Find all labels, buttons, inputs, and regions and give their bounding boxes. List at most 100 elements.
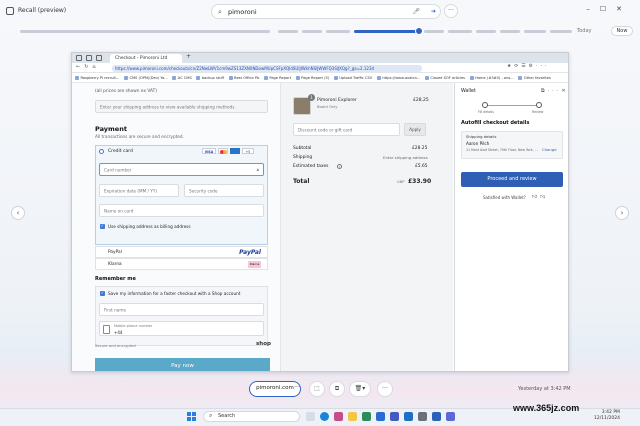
address-bar[interactable]: https://www.pimoroni.com/checkouts/cn/Z2… <box>112 65 422 72</box>
previous-snapshot-button[interactable]: ‹ <box>11 206 25 220</box>
search-input[interactable]: pimoroni <box>228 8 257 16</box>
browser-profile-icon[interactable] <box>76 55 82 61</box>
settings-icon[interactable] <box>418 412 427 421</box>
bottom-more-options-button[interactable]: ··· <box>377 381 393 397</box>
window-controls[interactable]: –☐✕ <box>586 5 632 13</box>
bookmark[interactable]: Best Office PA <box>229 74 259 82</box>
feedback-thumbs-icons[interactable]: 👍︎👎︎ <box>532 194 548 200</box>
bookmark[interactable]: Raspberry Pi recruit... <box>75 74 120 82</box>
edge-icon[interactable] <box>320 412 329 421</box>
credit-card-radio[interactable] <box>99 149 104 154</box>
timeline-handle[interactable] <box>415 27 423 35</box>
bookmark[interactable]: Closed SOF articles <box>425 74 465 82</box>
snapshot-preview[interactable]: Checkout - Pimoroni Ltd + ←↻⌂ https://ww… <box>71 52 569 372</box>
mastercard-icon <box>218 148 228 154</box>
bookmark[interactable]: https://www.avalon... <box>377 74 420 82</box>
timeline-segment <box>424 30 444 33</box>
copy-icon[interactable]: ⧉ <box>329 381 345 397</box>
card-number-field[interactable]: Card number 🔒︎ <box>99 163 264 176</box>
klarna-logo: Klarna <box>248 261 261 268</box>
delete-icon[interactable]: 🗑︎▾ <box>349 381 371 397</box>
bookmark[interactable]: Upload Traffic CSV <box>334 74 372 82</box>
timeline-slider[interactable] <box>20 26 580 36</box>
microphone-icon[interactable]: 🎤︎ <box>412 8 420 15</box>
billing-same-checkbox[interactable] <box>100 223 105 229</box>
system-tray-clock[interactable]: 3:42 PM 12/11/2024 <box>594 410 620 422</box>
wallet-panel: Wallet ⧉···✕ Fill details Review Autofil… <box>454 83 568 371</box>
shop-logo: shop <box>256 341 271 347</box>
bookmark[interactable]: Page Report (5) <box>296 74 329 82</box>
shipping-address: 11 Mont Aloé Street, 70th Floor, New Yor… <box>466 148 538 152</box>
taskbar-search-box[interactable]: ⌕ Search <box>203 411 300 422</box>
shipping-details-label: Shipping details <box>466 134 497 139</box>
bookmark[interactable]: backup stuff <box>196 74 224 82</box>
klarna-option[interactable]: Klarna Klarna <box>95 258 268 270</box>
teams-icon[interactable] <box>390 412 399 421</box>
workspaces-icon[interactable] <box>96 55 102 61</box>
estimated-taxes-value: £5.65 <box>415 164 428 169</box>
proceed-and-review-button[interactable]: Proceed and review <box>461 172 563 187</box>
bookmark[interactable]: Page Report <box>264 74 291 82</box>
credit-card-label[interactable]: Credit card <box>108 149 133 154</box>
billing-same-label[interactable]: Use shipping address as billing address <box>108 224 191 229</box>
wallet-step-1-dot <box>482 102 488 108</box>
next-snapshot-button[interactable]: › <box>615 206 629 220</box>
word-icon[interactable] <box>432 412 441 421</box>
timeline-now-button[interactable]: Now <box>611 26 633 36</box>
copilot-icon[interactable] <box>306 412 315 421</box>
mobile-prefix: +44 <box>114 330 123 335</box>
bookmark-other-favorites[interactable]: Other favorites <box>518 74 551 82</box>
browser-toolbar-icons[interactable]: ★⟳☰⚙··· <box>507 64 550 69</box>
outlook-icon[interactable] <box>404 412 413 421</box>
browser-tab-bar: Checkout - Pimoroni Ltd + <box>72 53 568 63</box>
more-options-button[interactable]: ··· <box>444 4 458 18</box>
bookmark[interactable]: CMS (OPM)(Dev) Yo... <box>124 74 167 82</box>
wallet-progress-line <box>485 105 539 106</box>
app-icon[interactable] <box>362 412 371 421</box>
security-code-field[interactable]: Security code <box>184 184 264 197</box>
expiry-field[interactable]: Expiration date (MM / YY) <box>99 184 179 197</box>
pay-now-button[interactable]: Pay now <box>95 358 270 371</box>
item-qty-badge: 1 <box>308 94 315 101</box>
browser-nav-buttons[interactable]: ←↻⌂ <box>76 64 100 70</box>
change-address-button[interactable]: Change <box>542 147 557 152</box>
file-explorer-icon[interactable] <box>348 412 357 421</box>
source-more-button[interactable]: ··· <box>289 381 305 397</box>
click-to-do-icon[interactable]: ⬚ <box>309 381 325 397</box>
total-value: £33.90 <box>408 178 432 185</box>
remember-me-label[interactable]: Save my information for a faster checkou… <box>108 291 240 296</box>
item-variant: Board Only <box>317 105 338 109</box>
mobile-phone-field[interactable]: Mobile phone number +44 <box>99 321 264 336</box>
tab-actions-icon[interactable] <box>86 55 92 61</box>
paypal-label: PayPal <box>108 250 122 255</box>
apply-discount-button[interactable]: Apply <box>404 123 426 136</box>
timeline-today-label[interactable]: Today <box>577 28 591 34</box>
recall-taskbar-icon[interactable] <box>334 412 343 421</box>
total-currency: GBP <box>397 180 405 184</box>
wallet-title: Wallet <box>461 89 476 94</box>
discount-code-field[interactable]: Discount code or gift card <box>293 123 400 136</box>
app-icon-2[interactable] <box>446 412 455 421</box>
first-name-field[interactable]: First name <box>99 303 264 316</box>
new-tab-icon[interactable]: + <box>186 53 191 60</box>
remember-me-checkbox[interactable] <box>100 290 105 296</box>
wallet-feedback-text: Satisfied with Wallet? <box>483 195 526 200</box>
search-icon: ⌕ <box>218 8 222 16</box>
search-box[interactable]: ⌕ pimoroni 🎤︎ ➔ <box>211 4 441 19</box>
windows-start-icon[interactable] <box>187 412 196 421</box>
paypal-option[interactable]: PayPal PayPal <box>95 246 268 258</box>
total-label: Total <box>293 178 310 185</box>
taskbar-search-label: Search <box>218 413 236 419</box>
name-on-card-field[interactable]: Name on card <box>99 204 264 217</box>
browser-tab-checkout[interactable]: Checkout - Pimoroni Ltd <box>110 54 182 63</box>
bookmark[interactable]: AC CMS <box>172 74 192 82</box>
search-submit-icon[interactable]: ➔ <box>431 8 436 15</box>
estimated-taxes-label: Estimated taxes <box>293 164 329 169</box>
subtotal-value: £28.25 <box>412 146 428 151</box>
info-icon[interactable]: ? <box>337 164 342 169</box>
wallet-panel-controls[interactable]: ⧉···✕ <box>541 88 568 94</box>
address-bar-url[interactable]: https://www.pimoroni.com/checkouts/cn/Z2… <box>115 65 374 72</box>
bookmark[interactable]: Home (#3#0) - ans... <box>470 74 514 82</box>
secure-note: Secure and encrypted <box>95 344 136 348</box>
store-icon[interactable] <box>376 412 385 421</box>
